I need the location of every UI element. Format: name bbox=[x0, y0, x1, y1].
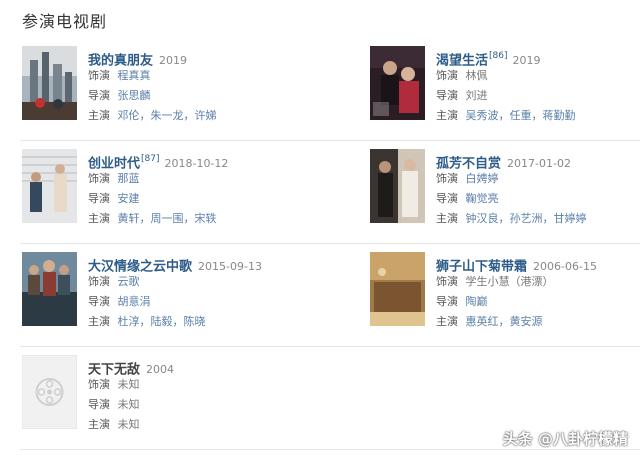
cast-link[interactable]: 陆毅 bbox=[151, 315, 173, 328]
cast-link[interactable]: 许娣 bbox=[195, 109, 217, 122]
role-value: 未知 bbox=[117, 378, 140, 391]
drama-poster[interactable] bbox=[22, 46, 77, 120]
drama-date: 2004 bbox=[146, 363, 175, 377]
director-value: 刘进 bbox=[465, 89, 488, 102]
role-value[interactable]: 那蓝 bbox=[118, 172, 140, 185]
cast-link[interactable]: 邓伦 bbox=[118, 109, 140, 122]
reference-link[interactable]: [87] bbox=[141, 154, 159, 164]
director-label: 导演 bbox=[88, 295, 110, 308]
cast-label: 主演 bbox=[88, 212, 110, 225]
director-label: 导演 bbox=[88, 89, 110, 102]
cast-link[interactable]: 黄安源 bbox=[510, 315, 543, 328]
role-label: 饰演 bbox=[88, 69, 110, 82]
drama-card[interactable]: 我的真朋友 2019 饰演 程真真 导演 张思麟 主演 邓伦，朱一龙，许娣 bbox=[22, 46, 352, 132]
director-label: 导演 bbox=[88, 398, 110, 411]
poster-placeholder[interactable] bbox=[22, 355, 77, 429]
role-label: 饰演 bbox=[436, 172, 458, 185]
cast-value: 未知 bbox=[117, 418, 140, 431]
drama-date: 2017-01-02 bbox=[507, 157, 571, 171]
section-title: 参演电视剧 bbox=[22, 12, 108, 31]
tv-drama-list: 我的真朋友 2019 饰演 程真真 导演 张思麟 主演 邓伦，朱一龙，许娣 渴望… bbox=[0, 38, 640, 450]
director-label: 导演 bbox=[436, 192, 458, 205]
drama-card[interactable]: 大汉情缘之云中歌 2015-09-13 饰演 云歌 导演 胡意涓 主演 杜淳，陆毅… bbox=[22, 252, 352, 338]
role-value[interactable]: 程真真 bbox=[118, 69, 151, 82]
cast-label: 主演 bbox=[436, 315, 458, 328]
list-row: 创业时代[87] 2018-10-12 饰演 那蓝 导演 安建 主演 黄轩，周一围… bbox=[20, 141, 640, 244]
cast-link[interactable]: 吴秀波 bbox=[466, 109, 499, 122]
director-link[interactable]: 鞠觉亮 bbox=[466, 192, 499, 205]
watermark: 头条 @八卦柠檬精 bbox=[502, 430, 628, 448]
director-label: 导演 bbox=[88, 192, 110, 205]
drama-date: 2019 bbox=[512, 54, 541, 68]
drama-poster[interactable] bbox=[22, 252, 77, 326]
role-value[interactable]: 云歌 bbox=[118, 275, 140, 288]
cast-link[interactable]: 杜淳 bbox=[118, 315, 140, 328]
cast-label: 主演 bbox=[436, 212, 458, 225]
role-label: 饰演 bbox=[88, 378, 110, 391]
list-row: 大汉情缘之云中歌 2015-09-13 饰演 云歌 导演 胡意涓 主演 杜淳，陆毅… bbox=[20, 244, 640, 347]
director-link[interactable]: 胡意涓 bbox=[118, 295, 151, 308]
cast-link[interactable]: 蒋勤勤 bbox=[543, 109, 576, 122]
cast-link[interactable]: 孙艺洲 bbox=[510, 212, 543, 225]
role-label: 饰演 bbox=[436, 275, 458, 288]
cast-link[interactable]: 任重 bbox=[510, 109, 532, 122]
reference-link[interactable]: [86] bbox=[489, 51, 507, 61]
drama-poster[interactable] bbox=[22, 149, 77, 223]
cast-link[interactable]: 黄轩 bbox=[118, 212, 140, 225]
cast-link[interactable]: 惠英红 bbox=[466, 315, 499, 328]
cast-label: 主演 bbox=[88, 315, 110, 328]
director-link[interactable]: 陶巅 bbox=[466, 295, 488, 308]
cast-link[interactable]: 宋轶 bbox=[195, 212, 217, 225]
drama-date: 2019 bbox=[159, 54, 188, 68]
role-label: 饰演 bbox=[88, 275, 110, 288]
role-value: 林佩 bbox=[465, 69, 488, 82]
drama-card[interactable]: 天下无敌 2004 饰演 未知 导演 未知 主演 未知 bbox=[22, 355, 352, 441]
director-value: 未知 bbox=[117, 398, 140, 411]
cast-link[interactable]: 钟汉良 bbox=[466, 212, 499, 225]
cast-label: 主演 bbox=[88, 109, 110, 122]
director-label: 导演 bbox=[436, 89, 458, 102]
cast-label: 主演 bbox=[88, 418, 110, 431]
role-value[interactable]: 白娉婷 bbox=[466, 172, 499, 185]
drama-card[interactable]: 孤芳不自赏 2017-01-02 饰演 白娉婷 导演 鞠觉亮 主演 钟汉良，孙艺洲… bbox=[370, 149, 640, 235]
list-row: 我的真朋友 2019 饰演 程真真 导演 张思麟 主演 邓伦，朱一龙，许娣 渴望… bbox=[20, 38, 640, 141]
director-label: 导演 bbox=[436, 295, 458, 308]
drama-poster[interactable] bbox=[370, 46, 425, 120]
role-label: 饰演 bbox=[88, 172, 110, 185]
cast-link[interactable]: 甘婷婷 bbox=[554, 212, 587, 225]
director-link[interactable]: 安建 bbox=[118, 192, 140, 205]
cast-link[interactable]: 陈晓 bbox=[184, 315, 206, 328]
drama-card[interactable]: 狮子山下菊带霜 2006-06-15 饰演 学生小慧（港漂） 导演 陶巅 主演 惠… bbox=[370, 252, 640, 338]
drama-card[interactable]: 创业时代[87] 2018-10-12 饰演 那蓝 导演 安建 主演 黄轩，周一围… bbox=[22, 149, 352, 235]
drama-date: 2018-10-12 bbox=[164, 157, 229, 171]
drama-poster[interactable] bbox=[370, 149, 425, 223]
cast-label: 主演 bbox=[436, 109, 458, 122]
role-value: 学生小慧（港漂） bbox=[465, 275, 554, 288]
drama-card[interactable]: 渴望生活[86] 2019 饰演 林佩 导演 刘进 主演 吴秀波，任重，蒋勤勤 bbox=[370, 46, 640, 132]
cast-link[interactable]: 朱一龙 bbox=[151, 109, 184, 122]
drama-poster[interactable] bbox=[370, 252, 425, 326]
film-reel-icon bbox=[22, 355, 77, 429]
drama-date: 2015-09-13 bbox=[198, 260, 262, 274]
role-label: 饰演 bbox=[436, 69, 458, 82]
director-link[interactable]: 张思麟 bbox=[118, 89, 151, 102]
cast-link[interactable]: 周一围 bbox=[151, 212, 184, 225]
